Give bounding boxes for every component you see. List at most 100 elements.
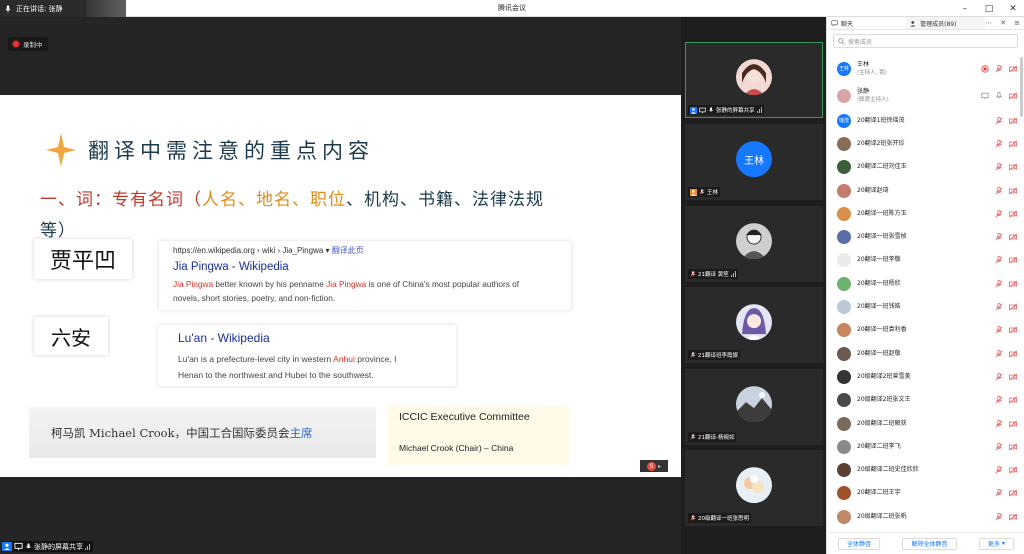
- maximize-icon[interactable]: □: [984, 4, 994, 14]
- member-name: 20翻译赵琦: [857, 186, 889, 194]
- camera-off-icon[interactable]: [1009, 466, 1017, 474]
- microphone-muted-icon[interactable]: [995, 64, 1003, 73]
- member-info: 20翻译一班袁利香: [857, 326, 995, 334]
- member-info: 20级翻译2班曾雪美: [857, 373, 995, 381]
- member-row[interactable]: 20翻译二班李飞: [827, 435, 1024, 458]
- microphone-muted-icon[interactable]: [995, 279, 1003, 288]
- member-row[interactable]: 20翻译一班赵敬: [827, 342, 1024, 365]
- unmute-all-button[interactable]: 解除全体静音: [902, 537, 957, 550]
- camera-off-icon[interactable]: [1009, 396, 1017, 404]
- member-role: (主持人, 我): [857, 69, 887, 76]
- microphone-muted-icon[interactable]: [995, 209, 1003, 218]
- translate-link: 翻译此页: [331, 246, 364, 255]
- member-controls: [995, 349, 1017, 358]
- microphone-muted-icon[interactable]: [995, 163, 1003, 171]
- microphone-muted-icon[interactable]: [995, 442, 1003, 451]
- microphone-muted-icon[interactable]: [995, 419, 1003, 428]
- member-row[interactable]: 20翻译二班王宇: [827, 482, 1024, 505]
- camera-off-icon[interactable]: [1009, 210, 1017, 218]
- desc-highlight: Jia Pingwa: [173, 279, 214, 289]
- microphone-muted-icon[interactable]: [995, 396, 1003, 404]
- panel-actions: ⋯ ✕ ≡: [985, 17, 1024, 29]
- member-row[interactable]: 张静 (联席主持人): [827, 82, 1024, 109]
- recording-label: 录制中: [23, 41, 43, 49]
- member-row[interactable]: 王林 王林 (主持人, 我): [827, 55, 1024, 82]
- more-options-icon[interactable]: ⋯: [985, 19, 992, 27]
- member-row[interactable]: 20翻译一班杨欣: [827, 272, 1024, 295]
- member-list[interactable]: 王林 王林 (主持人, 我) 张静 (联席主持人) 瑶茂 20翻译1班徐瑶茂 20翻译2班张开…: [827, 55, 1024, 531]
- camera-off-icon[interactable]: [1009, 187, 1017, 195]
- camera-off-icon[interactable]: [1009, 117, 1017, 125]
- microphone-icon[interactable]: [995, 91, 1003, 100]
- minimize-icon[interactable]: –: [960, 4, 970, 14]
- microphone-muted-icon[interactable]: [995, 139, 1003, 148]
- member-row[interactable]: 20翻译一班袁利香: [827, 319, 1024, 342]
- tab-chat[interactable]: 聊天: [827, 17, 906, 29]
- camera-off-icon[interactable]: [1009, 489, 1017, 497]
- microphone-muted-icon[interactable]: [995, 186, 1003, 195]
- camera-off-icon[interactable]: [1009, 65, 1017, 73]
- member-row[interactable]: 20翻译一班陈方玉: [827, 202, 1024, 225]
- tab-members[interactable]: 管理成员(89): [906, 17, 986, 29]
- microphone-muted-icon[interactable]: [995, 116, 1003, 125]
- microphone-muted-icon[interactable]: [995, 489, 1003, 497]
- mute-all-button[interactable]: 全体静音: [838, 537, 881, 550]
- member-row[interactable]: 20级翻译二班史佳欣欣: [827, 458, 1024, 481]
- video-tile[interactable]: 21翻译 黄笙: [685, 206, 823, 282]
- member-row[interactable]: 20翻译2班张开珍: [827, 132, 1024, 155]
- microphone-muted-icon[interactable]: [995, 512, 1003, 521]
- camera-off-icon[interactable]: [1009, 163, 1017, 171]
- video-tile[interactable]: 张静的屏幕共享: [685, 42, 823, 118]
- member-row[interactable]: 20翻译一班钱皓: [827, 295, 1024, 318]
- desc-text: is one of China's most popular authors o…: [366, 279, 520, 289]
- close-icon[interactable]: ✕: [1008, 4, 1018, 14]
- camera-off-icon[interactable]: [1009, 280, 1017, 288]
- microphone-muted-icon[interactable]: [995, 256, 1003, 264]
- microphone-muted-icon[interactable]: [995, 303, 1003, 311]
- video-tile[interactable]: 21翻译班李霞娱: [685, 287, 823, 363]
- camera-off-icon[interactable]: [1009, 420, 1017, 428]
- member-row[interactable]: 20翻译一班李敬: [827, 249, 1024, 272]
- video-gallery: 张静的屏幕共享 王林 王林 21翻译 黄笙 21翻译班李霞娱 21翻译-杨婉如 20级翻译一…: [681, 17, 826, 554]
- camera-off-icon[interactable]: [1009, 233, 1017, 241]
- slideshow-control[interactable]: S ▸: [640, 460, 668, 472]
- camera-off-icon[interactable]: [1009, 443, 1017, 451]
- camera-off-icon[interactable]: [1009, 350, 1017, 358]
- member-list-scrollbar[interactable]: [1020, 57, 1023, 117]
- member-name: 20翻译一班李敬: [857, 256, 901, 264]
- more-button[interactable]: 更多 ▾: [978, 537, 1014, 550]
- camera-off-icon[interactable]: [1009, 513, 1017, 521]
- member-row[interactable]: 20级翻译2班曾雪美: [827, 365, 1024, 388]
- speaking-fade: [86, 0, 126, 17]
- member-search-input[interactable]: 搜索成员: [833, 34, 1018, 48]
- result-url: https://en.wikipedia.org › wiki › Jia_Pi…: [173, 245, 557, 256]
- microphone-muted-icon[interactable]: [995, 349, 1003, 358]
- member-row[interactable]: 20级翻译2班张文王: [827, 389, 1024, 412]
- camera-off-icon[interactable]: [1009, 140, 1017, 148]
- member-row[interactable]: 20翻译一班张雪桢: [827, 225, 1024, 248]
- member-row[interactable]: 20级翻译二班张帆: [827, 505, 1024, 528]
- camera-off-icon[interactable]: [1009, 92, 1017, 100]
- camera-off-icon[interactable]: [1009, 256, 1017, 264]
- desc-highlight: Jia Pingwa: [326, 279, 367, 289]
- camera-off-icon[interactable]: [1009, 326, 1017, 334]
- participant-name: 21翻译-杨婉如: [698, 435, 735, 441]
- member-row[interactable]: 20级翻译二班解获: [827, 412, 1024, 435]
- video-tile[interactable]: 21翻译-杨婉如: [685, 369, 823, 445]
- camera-off-icon[interactable]: [1009, 303, 1017, 311]
- member-row[interactable]: 20翻译赵琦: [827, 179, 1024, 202]
- camera-off-icon[interactable]: [1009, 373, 1017, 381]
- video-tile[interactable]: 20级翻译一班张思明: [685, 450, 823, 526]
- member-controls: [995, 186, 1017, 195]
- microphone-muted-icon[interactable]: [995, 466, 1003, 474]
- microphone-muted-icon[interactable]: [995, 372, 1003, 381]
- close-panel-icon[interactable]: ✕: [1000, 19, 1006, 27]
- microphone-muted-icon[interactable]: [995, 233, 1003, 241]
- panel-menu-icon[interactable]: ≡: [1014, 19, 1020, 27]
- microphone-muted-icon[interactable]: [995, 326, 1003, 334]
- member-row[interactable]: 瑶茂 20翻译1班徐瑶茂: [827, 109, 1024, 132]
- video-tile[interactable]: 王林 王林: [685, 124, 823, 200]
- member-row[interactable]: 20翻译二班刘佳玉: [827, 156, 1024, 179]
- recording-badge[interactable]: 录制中: [8, 37, 48, 51]
- member-name: 20翻译一班袁利香: [857, 326, 907, 334]
